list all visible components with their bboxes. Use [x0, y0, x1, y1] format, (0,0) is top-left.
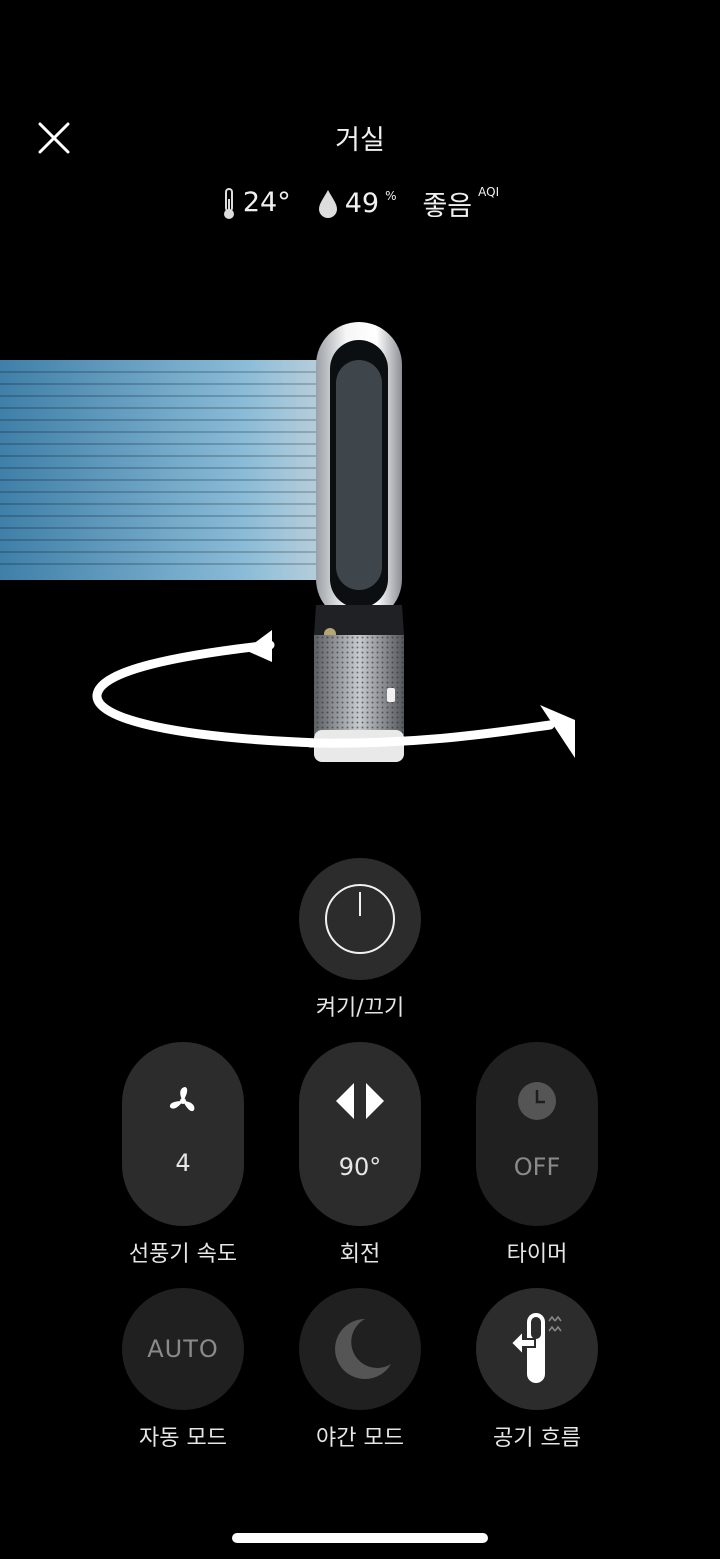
temperature-stat: 24° — [221, 187, 291, 221]
thermometer-icon — [223, 187, 234, 219]
environment-stats: 24° 49 % 좋음 AQI — [0, 184, 720, 223]
timer-button[interactable]: OFF — [476, 1042, 598, 1226]
temperature-value: 24° — [242, 186, 291, 218]
airflow-button[interactable] — [476, 1288, 598, 1410]
power-button[interactable] — [299, 858, 421, 980]
timer-icon — [518, 1082, 556, 1120]
timer-label: 타이머 — [506, 1242, 568, 1267]
oscillation-icon — [336, 1083, 384, 1119]
airflow-label: 공기 흐름 — [493, 1426, 581, 1451]
auto-mode-value: AUTO — [147, 1335, 219, 1363]
humidity-stat: 49 % — [317, 187, 397, 220]
night-mode-label: 야간 모드 — [316, 1426, 404, 1451]
night-mode-button[interactable] — [299, 1288, 421, 1410]
fan-illustration — [0, 322, 575, 762]
humidity-drop-icon — [318, 189, 337, 218]
power-label: 켜기/끄기 — [315, 996, 405, 1021]
room-title: 거실 — [335, 125, 385, 156]
air-quality-unit: AQI — [478, 185, 500, 199]
moon-icon — [335, 1319, 391, 1379]
humidity-value: 49 — [344, 187, 380, 219]
auto-mode-label: 자동 모드 — [139, 1426, 227, 1451]
fan-speed-button[interactable]: 4 — [122, 1042, 244, 1226]
humidity-unit: % — [385, 188, 397, 203]
air-quality-stat: 좋음 AQI — [422, 184, 499, 223]
auto-mode-button[interactable]: AUTO — [122, 1288, 244, 1410]
airflow-stream — [0, 360, 330, 580]
fan-tower — [314, 322, 404, 762]
fan-icon — [169, 1087, 195, 1112]
oscillation-button[interactable]: 90° — [299, 1042, 421, 1226]
oscillation-value: 90° — [338, 1153, 382, 1181]
airflow-icon — [509, 1313, 562, 1383]
home-indicator[interactable] — [232, 1533, 488, 1543]
fan-speed-value: 4 — [175, 1149, 191, 1177]
timer-value: OFF — [513, 1153, 561, 1181]
power-icon — [325, 884, 395, 954]
oscillation-label: 회전 — [339, 1242, 381, 1267]
air-quality-value: 좋음 — [422, 191, 473, 222]
fan-speed-label: 선풍기 속도 — [128, 1242, 238, 1267]
